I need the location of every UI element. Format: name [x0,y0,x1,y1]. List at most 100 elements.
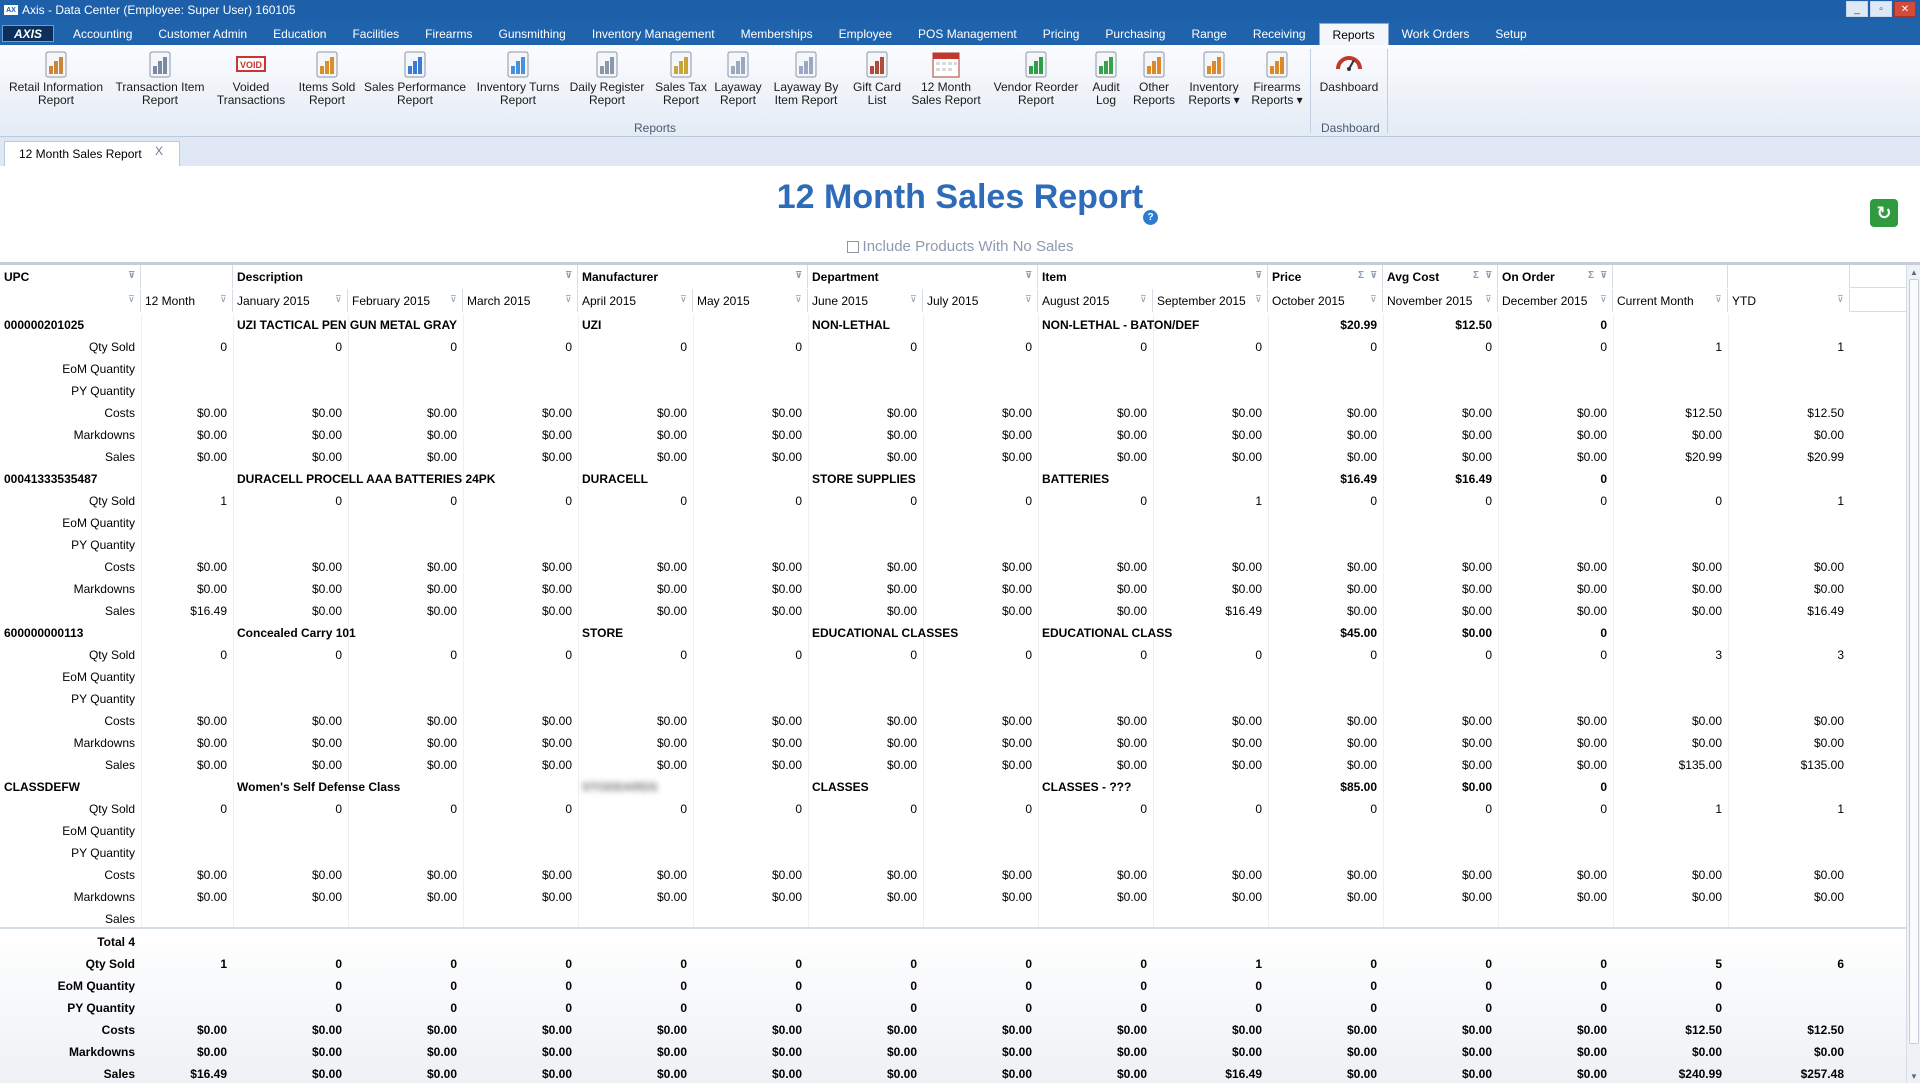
filter-icon[interactable]: ⊽ [1837,295,1845,304]
header-cell-avg-cost[interactable]: Avg Cost ⊽ Σ [1383,265,1498,288]
value-cell: 0 [1600,648,1607,662]
filter-icon[interactable]: ⊽ [1255,271,1263,280]
menu-tab-inventory-management[interactable]: Inventory Management [579,23,728,45]
filter-icon[interactable]: ⊽ [910,295,918,304]
header-cell-june-2015[interactable]: June 2015 ⊽ [808,289,923,312]
value-cell: $0.00 [541,1023,572,1037]
filter-icon[interactable]: ⊽ [1025,271,1033,280]
header-cell-department[interactable]: Department ⊽ [808,265,1038,288]
filter-icon[interactable]: ⊽ [1485,295,1493,304]
header-cell-blank[interactable] [1728,265,1850,288]
refresh-button[interactable]: ↻ [1870,199,1898,227]
scroll-up-icon[interactable]: ▲ [1907,265,1920,279]
filter-icon[interactable]: ⊽ [128,271,136,280]
menu-tab-work-orders[interactable]: Work Orders [1389,23,1483,45]
value-cell: 1 [220,494,227,508]
header-cell-may-2015[interactable]: May 2015 ⊽ [693,289,808,312]
ribbon-report-button[interactable]: Retail Information Report [1,49,111,107]
product-row[interactable]: 00041333535487 DURACELL PROCELL AAA BATTE… [0,468,1906,490]
close-window-button[interactable]: ✕ [1894,1,1916,17]
filter-icon[interactable]: ⊽ [1715,295,1723,304]
filter-icon[interactable]: ⊽ [450,295,458,304]
filter-icon[interactable]: ⊽ [1485,271,1493,280]
menu-tab-gunsmithing[interactable]: Gunsmithing [485,23,578,45]
menu-tab-facilities[interactable]: Facilities [339,23,412,45]
menu-tab-accounting[interactable]: Accounting [60,23,145,45]
include-no-sales-toggle[interactable]: Include Products With No Sales [0,238,1920,255]
vertical-scrollbar[interactable]: ▲ ▼ [1906,265,1920,1083]
menu-tab-purchasing[interactable]: Purchasing [1092,23,1178,45]
filter-icon[interactable]: ⊽ [220,295,228,304]
include-no-sales-checkbox[interactable] [846,240,859,253]
menu-tab-pos-management[interactable]: POS Management [905,23,1030,45]
filter-icon[interactable]: ⊽ [795,295,803,304]
maximize-button[interactable]: ▫ [1870,1,1892,17]
value-cell: $240.99 [1678,1067,1722,1081]
header-cell-october-2015[interactable]: October 2015 ⊽ [1268,289,1383,312]
header-cell-april-2015[interactable]: April 2015 ⊽ [578,289,693,312]
header-cell-on-order[interactable]: On Order ⊽ Σ [1498,265,1613,288]
menu-tab-receiving[interactable]: Receiving [1240,23,1319,45]
sort-icon[interactable]: Σ [1358,270,1364,281]
header-cell-blank[interactable] [141,265,233,288]
header-cell-12-month[interactable]: 12 Month ⊽ [141,289,233,312]
tab-close-icon[interactable]: X [155,144,163,158]
scroll-thumb[interactable] [1909,279,1919,1044]
menu-tab-pricing[interactable]: Pricing [1030,23,1093,45]
filter-icon[interactable]: ⊽ [680,295,688,304]
menu-tab-firearms[interactable]: Firearms [412,23,485,45]
header-cell-february-2015[interactable]: February 2015 ⊽ [348,289,463,312]
totals-label: Total 4 [97,935,135,949]
scroll-down-icon[interactable]: ▼ [1907,1069,1920,1083]
product-row[interactable]: CLASSDEFW Women's Self Defense Class STODD… [0,776,1906,798]
sort-icon[interactable]: Σ [1473,270,1479,281]
filter-icon[interactable]: ⊽ [1370,271,1378,280]
ribbon-performance-chart-button[interactable]: Sales Performance Report [360,49,470,107]
ribbon-group-dashboard-label: Dashboard [1321,121,1380,135]
header-cell-manufacturer[interactable]: Manufacturer ⊽ [578,265,808,288]
menu-tab-reports[interactable]: Reports [1318,23,1389,45]
header-cell-current-month[interactable]: Current Month ⊽ [1613,289,1728,312]
header-cell-price[interactable]: Price ⊽ Σ [1268,265,1383,288]
header-cell-december-2015[interactable]: December 2015 ⊽ [1498,289,1613,312]
header-cell-january-2015[interactable]: January 2015 ⊽ [233,289,348,312]
filter-icon[interactable]: ⊽ [565,295,573,304]
header-cell-blank[interactable]: ⊽ [0,289,141,312]
menu-tab-customer-admin[interactable]: Customer Admin [145,23,260,45]
metric-row: Markdowns $0.00 $0.00 $0.00 $0.00 $0.00 $0.00 $… [0,886,1906,908]
header-cell-july-2015[interactable]: July 2015 ⊽ [923,289,1038,312]
header-cell-upc[interactable]: UPC ⊽ [0,265,141,288]
menu-tab-range[interactable]: Range [1178,23,1239,45]
product-row[interactable]: 000000201025 UZI TACTICAL PEN GUN METAL G… [0,314,1906,336]
header-cell-august-2015[interactable]: August 2015 ⊽ [1038,289,1153,312]
filter-icon[interactable]: ⊽ [128,295,136,304]
firearms-reports-icon [1262,49,1292,79]
help-icon[interactable]: ? [1143,210,1158,225]
menu-tab-setup[interactable]: Setup [1482,23,1539,45]
product-price: $45.00 [1340,626,1377,640]
header-cell-september-2015[interactable]: September 2015 ⊽ [1153,289,1268,312]
header-cell-march-2015[interactable]: March 2015 ⊽ [463,289,578,312]
filter-icon[interactable]: ⊽ [795,271,803,280]
product-row[interactable]: 600000000113 Concealed Carry 101 STORE EDUC… [0,622,1906,644]
filter-icon[interactable]: ⊽ [1140,295,1148,304]
ribbon-dashboard-gauge-button[interactable]: Dashboard [1294,49,1404,94]
filter-icon[interactable]: ⊽ [1600,271,1608,280]
header-cell-blank[interactable] [1613,265,1728,288]
menu-tab-memberships[interactable]: Memberships [728,23,826,45]
tab-12-month-sales-report[interactable]: 12 Month Sales Report X [4,141,180,166]
filter-icon[interactable]: ⊽ [335,295,343,304]
minimize-button[interactable]: _ [1846,1,1868,17]
sort-icon[interactable]: Σ [1588,270,1594,281]
menu-tab-employee[interactable]: Employee [826,23,905,45]
header-cell-item[interactable]: Item ⊽ [1038,265,1268,288]
filter-icon[interactable]: ⊽ [1600,295,1608,304]
filter-icon[interactable]: ⊽ [1370,295,1378,304]
filter-icon[interactable]: ⊽ [565,271,573,280]
header-cell-november-2015[interactable]: November 2015 ⊽ [1383,289,1498,312]
filter-icon[interactable]: ⊽ [1255,295,1263,304]
header-cell-description[interactable]: Description ⊽ [233,265,578,288]
menu-tab-education[interactable]: Education [260,23,339,45]
filter-icon[interactable]: ⊽ [1025,295,1033,304]
header-cell-ytd[interactable]: YTD ⊽ [1728,289,1850,312]
